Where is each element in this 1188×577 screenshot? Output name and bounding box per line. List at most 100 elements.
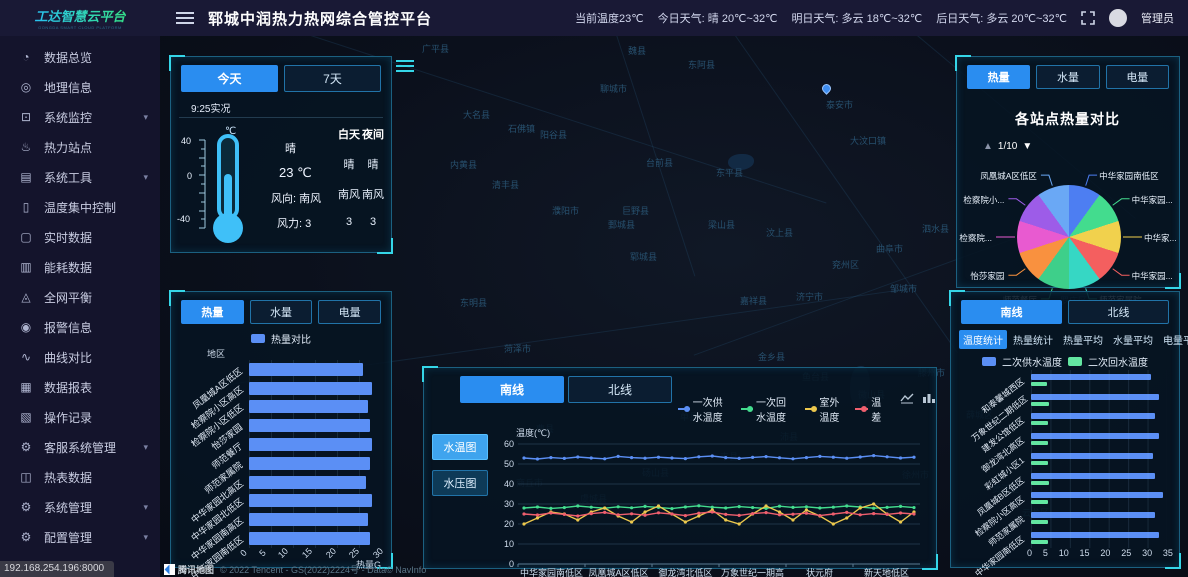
tab-electric[interactable]: 电量 bbox=[1106, 65, 1169, 89]
sidebar-item-label: 系统工具 bbox=[44, 169, 92, 186]
legend-label: 室外温度 bbox=[819, 394, 845, 424]
sidebar-item-realtime-data[interactable]: ▢实时数据 bbox=[0, 222, 160, 252]
water-temp-button[interactable]: 水温图 bbox=[432, 434, 488, 460]
sidebar-item-label: 配置管理 bbox=[44, 529, 92, 546]
sidebar-item-system-gear[interactable]: ⚙系统管理▾ bbox=[0, 492, 160, 522]
pie-panel-tabs: 热量 水量 电量 bbox=[957, 57, 1179, 93]
sidebar-item-label: 热力站点 bbox=[44, 139, 92, 156]
weather-body: ℃ 40 0 -40 bbox=[171, 118, 391, 250]
sidebar-item-toolbox[interactable]: ▤系统工具▾ bbox=[0, 162, 160, 192]
sidebar-item-network-balance[interactable]: ◬全网平衡 bbox=[0, 282, 160, 312]
sidebar-item-alarm-bell[interactable]: ◉报警信息 bbox=[0, 312, 160, 342]
sidebar-item-report[interactable]: ▦数据报表 bbox=[0, 372, 160, 402]
legend-item: 一次回水温度 bbox=[741, 394, 794, 424]
svg-text:50: 50 bbox=[504, 459, 514, 469]
map-place-label: 魏县 bbox=[628, 44, 646, 57]
sidebar-item-label: 能耗数据 bbox=[44, 259, 92, 276]
subtab-水量平均[interactable]: 水量平均 bbox=[1109, 330, 1157, 349]
thermostat-icon: ▯ bbox=[18, 200, 34, 214]
right-panel-tabs: 南线 北线 bbox=[951, 292, 1179, 328]
chart-toolbox bbox=[900, 368, 936, 404]
night-condition: 晴 bbox=[361, 156, 385, 172]
legend-item: 一次供水温度 bbox=[678, 394, 731, 424]
network-balance-icon: ◬ bbox=[18, 290, 34, 304]
tab-north-line[interactable]: 北线 bbox=[1068, 300, 1169, 324]
now-temp: 23 ℃ bbox=[271, 165, 337, 181]
legend-label: 一次回水温度 bbox=[756, 394, 795, 424]
sidebar-item-service-gear[interactable]: ⚙客服系统管理▾ bbox=[0, 432, 160, 462]
sidebar-item-compass[interactable]: ◎地理信息 bbox=[0, 72, 160, 102]
legend-line-marker bbox=[805, 408, 817, 410]
chart-type-line-icon[interactable] bbox=[900, 392, 914, 404]
map-canvas[interactable]: 今天 7天 9:25实况 ℃ 40 0 bbox=[160, 36, 1188, 577]
water-pressure-button[interactable]: 水压图 bbox=[432, 470, 488, 496]
tencent-logo-text: 腾讯地图 bbox=[178, 563, 214, 576]
tab-south-line[interactable]: 南线 bbox=[460, 376, 564, 403]
subtab-电量平均[interactable]: 电量平均 bbox=[1159, 330, 1188, 349]
map-place-label: 东明县 bbox=[460, 296, 487, 309]
subtab-热量平均[interactable]: 热量平均 bbox=[1059, 330, 1107, 349]
tab-water[interactable]: 水量 bbox=[1036, 65, 1099, 89]
user-avatar[interactable] bbox=[1109, 9, 1127, 27]
sidebar-item-history[interactable]: ▧操作记录 bbox=[0, 402, 160, 432]
heat-bar bbox=[249, 457, 370, 470]
map-place-label: 兖州区 bbox=[832, 258, 859, 271]
report-icon: ▦ bbox=[18, 380, 34, 394]
sidebar-item-label: 系统管理 bbox=[44, 499, 92, 516]
map-place-label: 梁山县 bbox=[708, 218, 735, 231]
tab-heat[interactable]: 热量 bbox=[967, 65, 1030, 89]
weather-tabs: 今天 7天 bbox=[171, 57, 391, 96]
panel-collapse-icon[interactable] bbox=[396, 58, 416, 74]
map-place-label: 金乡县 bbox=[758, 350, 785, 363]
sidebar-item-curve-compare[interactable]: ∿曲线对比 bbox=[0, 342, 160, 372]
sidebar-item-energy-data[interactable]: ▥能耗数据 bbox=[0, 252, 160, 282]
map-location-pin[interactable] bbox=[820, 82, 833, 95]
sidebar-item-label: 客服系统管理 bbox=[44, 439, 116, 456]
sidebar-item-heat-station[interactable]: ♨热力站点 bbox=[0, 132, 160, 162]
subtab-热量统计[interactable]: 热量统计 bbox=[1009, 330, 1057, 349]
page-title: 郓城中润热力热网综合管控平台 bbox=[208, 8, 432, 29]
svg-text:新天地低区: 新天地低区 bbox=[864, 567, 909, 577]
water-temp-line-panel: 南线 北线 一次供水温度一次回水温度室外温度温差 水温图 水压图 bbox=[423, 367, 937, 569]
svg-text:30: 30 bbox=[504, 499, 514, 509]
subtab-温度统计[interactable]: 温度统计 bbox=[959, 330, 1007, 349]
heat-bar bbox=[249, 382, 372, 395]
fullscreen-icon[interactable] bbox=[1081, 11, 1095, 25]
line-panel-body: 水温图 水压图 温度(℃) 0102030405060中华家园南低区凤凰城A区低… bbox=[424, 424, 936, 496]
legend-label: 二次供水温度 bbox=[1002, 354, 1062, 369]
sidebar-nav: ◔数据总览◎地理信息⊡系统监控▾♨热力站点▤系统工具▾▯温度集中控制▢实时数据▥… bbox=[0, 36, 160, 577]
x-tick-label: 0 bbox=[1027, 548, 1032, 558]
tab-south-line[interactable]: 南线 bbox=[961, 300, 1062, 324]
current-temp: 当前温度23℃ bbox=[575, 10, 644, 26]
sidebar-item-heat-meter[interactable]: ◫热表数据 bbox=[0, 462, 160, 492]
line-panel-tabs: 南线 北线 bbox=[424, 368, 672, 403]
collapse-menu-icon[interactable] bbox=[176, 12, 194, 24]
legend-swatch bbox=[1068, 357, 1082, 366]
tab-north-line[interactable]: 北线 bbox=[568, 376, 672, 403]
chart-type-bar-icon[interactable] bbox=[922, 392, 936, 404]
tab-water[interactable]: 水量 bbox=[250, 300, 313, 324]
sidebar-item-monitor[interactable]: ⊡系统监控▾ bbox=[0, 102, 160, 132]
legend-line-marker bbox=[741, 408, 753, 410]
pie-title: 各站点热量对比 bbox=[1015, 109, 1120, 129]
x-tick-label: 35 bbox=[1163, 548, 1173, 558]
sidebar-item-label: 操作记录 bbox=[44, 409, 92, 426]
map-place-label: 大名县 bbox=[463, 108, 490, 121]
weather-day-night-table: 白天 晴 南风 3 夜间 晴 南风 3 bbox=[337, 122, 385, 250]
svg-text:0: 0 bbox=[187, 171, 192, 181]
heat-legend-swatch bbox=[251, 334, 265, 343]
heat-bar-plot: 凤凰城A区低区检察院小区高区检察院小区低区怡莎家园师范餐厅师范家属院中华家园北高… bbox=[179, 360, 383, 548]
svg-text:状元府: 状元府 bbox=[806, 567, 833, 577]
tab-today[interactable]: 今天 bbox=[181, 65, 278, 92]
tab-electric[interactable]: 电量 bbox=[318, 300, 381, 324]
map-place-label: 巨野县 bbox=[622, 204, 649, 217]
sidebar-item-gauge[interactable]: ◔数据总览 bbox=[0, 42, 160, 72]
header-right: 当前温度23℃ 今日天气: 晴 20℃~32℃ 明日天气: 多云 18℃~32℃… bbox=[575, 9, 1188, 27]
brand-logo-subtext: GONGDA SMART CLOUD PLATFORM bbox=[38, 25, 122, 30]
sidebar-item-config-gear[interactable]: ⚙配置管理▾ bbox=[0, 522, 160, 552]
legend-line-marker bbox=[855, 408, 868, 410]
top-header: 工达智慧云平台 GONGDA SMART CLOUD PLATFORM 郓城中润… bbox=[0, 0, 1188, 36]
sidebar-item-thermostat[interactable]: ▯温度集中控制 bbox=[0, 192, 160, 222]
tab-7days[interactable]: 7天 bbox=[284, 65, 381, 92]
tab-heat[interactable]: 热量 bbox=[181, 300, 244, 324]
